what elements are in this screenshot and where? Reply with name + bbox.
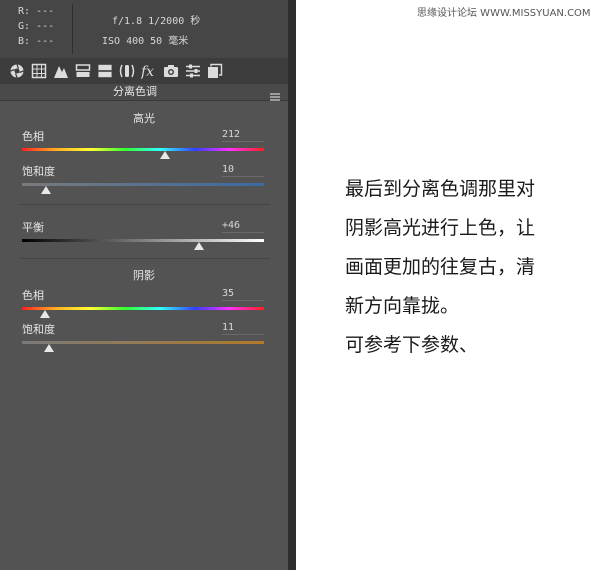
- balance-value[interactable]: +46: [222, 220, 264, 233]
- tone-curve-grid-icon[interactable]: [31, 63, 47, 79]
- rgb-readout-b: B: ---: [18, 36, 55, 47]
- section-divider: [20, 204, 270, 205]
- panel-title: 分离色调: [113, 85, 157, 98]
- highlights-saturation-slider-track[interactable]: [22, 183, 264, 186]
- highlights-section-title: 高光: [133, 112, 155, 125]
- panel-toolbar: fx: [0, 58, 288, 84]
- highlights-saturation-label: 饱和度: [22, 165, 55, 178]
- caption-line: 画面更加的往复古，清: [345, 256, 536, 278]
- balance-label: 平衡: [22, 221, 44, 234]
- caption-line: 可参考下参数、: [345, 334, 479, 356]
- shadows-saturation-slider-track[interactable]: [22, 341, 264, 344]
- exif-aperture-shutter: f/1.8 1/2000 秒: [112, 16, 201, 27]
- info-bar: R: --- G: --- B: --- f/1.8 1/2000 秒 ISO …: [0, 0, 288, 58]
- info-divider: [72, 4, 73, 54]
- split-toning-panel: R: --- G: --- B: --- f/1.8 1/2000 秒 ISO …: [0, 0, 288, 570]
- highlights-hue-value[interactable]: 212: [222, 129, 264, 142]
- shadows-saturation-label: 饱和度: [22, 323, 55, 336]
- highlights-hue-label: 色相: [22, 130, 44, 143]
- shadows-hue-label: 色相: [22, 289, 44, 302]
- caption-line: 最后到分离色调那里对: [345, 178, 536, 200]
- caption-line: 新方向靠拢。: [345, 295, 460, 317]
- caption-text: 最后到分离色调那里对 阴影高光进行上色，让 画面更加的往复古，清 新方向靠拢。 …: [345, 170, 585, 365]
- rgb-readout-g: G: ---: [18, 21, 55, 32]
- balance-slider-track[interactable]: [22, 239, 264, 242]
- panel-right-border: [288, 0, 296, 570]
- camera-calibration-icon[interactable]: [163, 63, 179, 79]
- balance-slider-thumb[interactable]: [193, 242, 204, 250]
- shadows-saturation-value[interactable]: 11: [222, 322, 264, 335]
- panel-header: 分离色调: [0, 84, 288, 101]
- watermark: 思缘设计论坛 WWW.MISSYUAN.COM: [417, 8, 591, 19]
- split-toning-icon[interactable]: [97, 63, 113, 79]
- section-divider: [20, 258, 270, 259]
- exif-iso-focal: ISO 400 50 毫米: [102, 36, 189, 47]
- shadows-section-title: 阴影: [133, 269, 155, 282]
- shadows-hue-slider-track[interactable]: [22, 307, 264, 310]
- highlights-saturation-slider-thumb[interactable]: [41, 186, 52, 194]
- shadows-saturation-slider-thumb[interactable]: [43, 344, 54, 352]
- svg-text:fx: fx: [141, 64, 154, 79]
- shadows-hue-value[interactable]: 35: [222, 288, 264, 301]
- detail-triangle-icon[interactable]: [53, 63, 69, 79]
- shadows-hue-slider-thumb[interactable]: [40, 310, 51, 318]
- rgb-readout-r: R: ---: [18, 6, 55, 17]
- basic-aperture-icon[interactable]: [9, 63, 25, 79]
- fx-effects-icon[interactable]: fx: [141, 63, 157, 79]
- panel-menu-icon[interactable]: [270, 87, 280, 101]
- highlights-hue-slider-track[interactable]: [22, 148, 264, 151]
- highlights-saturation-value[interactable]: 10: [222, 164, 264, 177]
- highlights-hue-slider-thumb[interactable]: [159, 151, 170, 159]
- caption-line: 阴影高光进行上色，让: [345, 217, 536, 239]
- lens-corrections-icon[interactable]: [119, 63, 135, 79]
- hsl-grayscale-icon[interactable]: [75, 63, 91, 79]
- snapshots-icon[interactable]: [207, 63, 223, 79]
- presets-sliders-icon[interactable]: [185, 63, 201, 79]
